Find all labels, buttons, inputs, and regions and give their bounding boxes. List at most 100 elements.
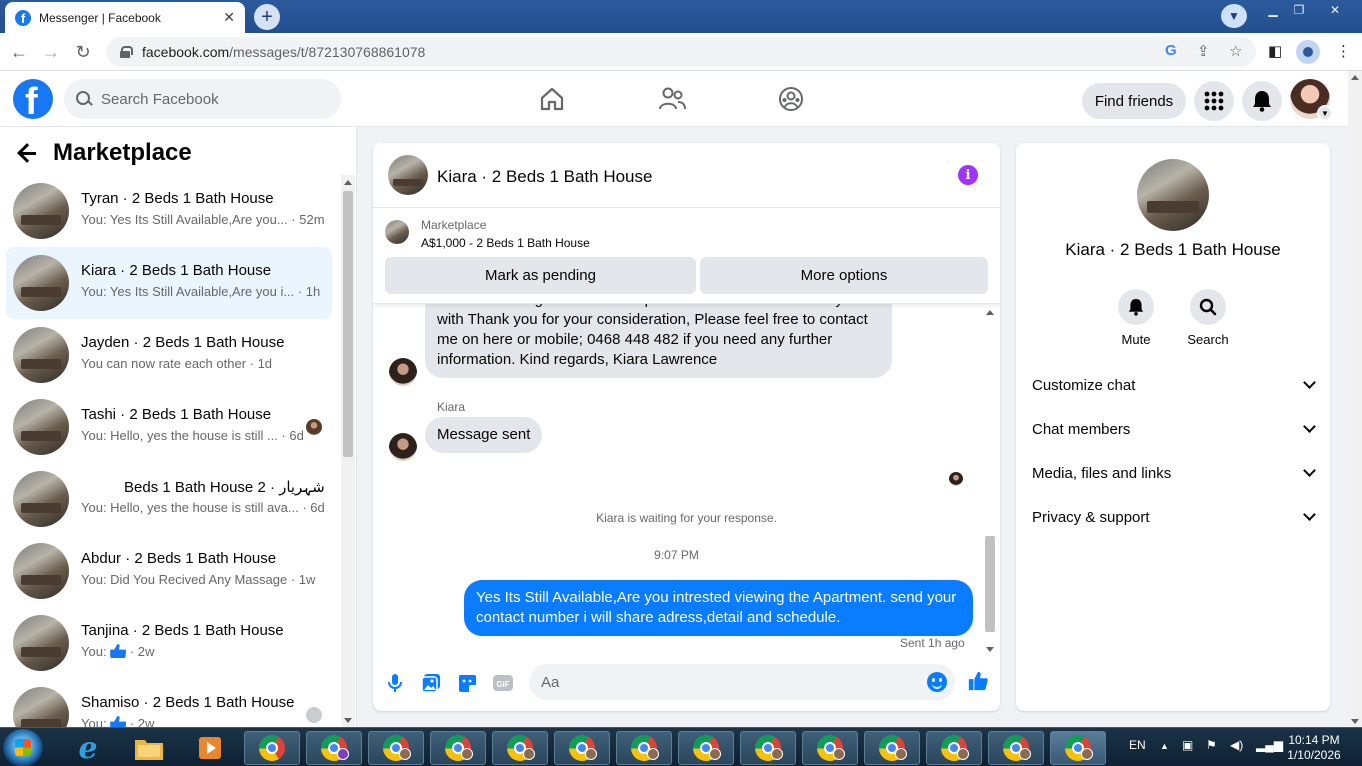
media-player-icon[interactable] bbox=[182, 731, 238, 765]
chrome-window-button[interactable] bbox=[864, 731, 920, 765]
microphone-icon[interactable] bbox=[384, 672, 406, 694]
chat-thumbnail[interactable] bbox=[388, 155, 428, 195]
chrome-window-button[interactable] bbox=[678, 731, 734, 765]
scroll-down-icon[interactable] bbox=[986, 647, 994, 652]
message-input-wrapper[interactable] bbox=[529, 664, 955, 700]
internet-explorer-icon[interactable]: e bbox=[60, 731, 116, 766]
share-icon[interactable]: ⇪ bbox=[1197, 42, 1210, 60]
listing-price-title[interactable]: A$1,000 - 2 Beds 1 Bath House bbox=[421, 236, 590, 250]
chat-scrollbar[interactable] bbox=[983, 304, 997, 654]
chrome-window-button[interactable] bbox=[430, 731, 486, 765]
conversation-item-active[interactable]: Kiara · 2 Beds 1 Bath House You: Yes Its… bbox=[6, 247, 332, 319]
chrome-window-button[interactable] bbox=[492, 731, 548, 765]
listing-thumbnail[interactable] bbox=[385, 220, 409, 244]
account-avatar[interactable]: ▼ bbox=[1290, 79, 1333, 121]
message-input[interactable] bbox=[541, 673, 901, 691]
bookmark-star-icon[interactable]: ☆ bbox=[1229, 42, 1242, 60]
chrome-window-button-active[interactable] bbox=[1050, 731, 1106, 765]
search-in-conversation-button[interactable]: Search bbox=[1178, 289, 1238, 347]
volume-icon[interactable]: ◀) bbox=[1230, 738, 1243, 752]
restore-icon[interactable]: ❐ bbox=[1284, 0, 1314, 20]
conversation-item[interactable]: Shamiso · 2 Beds 1 Bath House You: · 2w bbox=[6, 679, 332, 727]
sticker-icon[interactable] bbox=[456, 672, 478, 694]
thumbs-up-send-icon[interactable] bbox=[967, 670, 989, 692]
chat-members-row[interactable]: Chat members bbox=[1024, 409, 1322, 449]
sender-avatar[interactable] bbox=[389, 358, 417, 386]
device-icon[interactable]: ▣ bbox=[1182, 738, 1193, 752]
system-clock[interactable]: 10:14 PM 1/10/2026 bbox=[1280, 733, 1348, 763]
facebook-search-input[interactable] bbox=[101, 90, 321, 108]
forward-icon[interactable]: → bbox=[40, 41, 62, 63]
address-bar[interactable]: facebook.com/messages/t/872130768861078 bbox=[106, 37, 1256, 67]
chrome-window-button[interactable] bbox=[306, 731, 362, 765]
mute-button[interactable]: Mute bbox=[1106, 289, 1166, 347]
chrome-window-button[interactable] bbox=[616, 731, 672, 765]
groups-icon[interactable] bbox=[777, 85, 805, 113]
sender-avatar[interactable] bbox=[389, 433, 417, 461]
show-hidden-icons-icon[interactable]: ▲ bbox=[1160, 741, 1169, 751]
start-button[interactable] bbox=[3, 729, 43, 766]
scroll-up-icon[interactable] bbox=[986, 310, 994, 315]
scrollbar-thumb[interactable] bbox=[985, 536, 995, 632]
file-explorer-icon[interactable] bbox=[121, 731, 177, 765]
more-options-button[interactable]: More options bbox=[700, 257, 988, 294]
chrome-window-button[interactable] bbox=[926, 731, 982, 765]
lock-icon[interactable] bbox=[120, 46, 133, 58]
page-scrollbar[interactable] bbox=[1348, 71, 1362, 727]
chrome-window-button[interactable] bbox=[740, 731, 796, 765]
back-arrow-icon[interactable] bbox=[16, 141, 40, 165]
customize-chat-row[interactable]: Customize chat bbox=[1024, 365, 1322, 405]
conversation-item[interactable]: شہریار · 2 Beds 1 Bath House You: Hello,… bbox=[6, 463, 332, 535]
scroll-up-icon[interactable] bbox=[344, 180, 352, 185]
chrome-window-button[interactable] bbox=[368, 731, 424, 765]
sidebar-scrollbar[interactable] bbox=[341, 175, 355, 727]
notifications-bell-icon[interactable] bbox=[1242, 81, 1282, 121]
side-panel-icon[interactable]: ◧ bbox=[1268, 42, 1282, 60]
friends-icon[interactable] bbox=[658, 85, 686, 113]
browser-profile-icon[interactable] bbox=[1296, 40, 1320, 64]
bell-icon[interactable] bbox=[1118, 289, 1154, 325]
browser-tab[interactable]: f Messenger | Facebook ✕ bbox=[5, 2, 245, 33]
google-translate-icon[interactable]: G bbox=[1165, 42, 1177, 59]
conversation-item[interactable]: Tyran · 2 Beds 1 Bath House You: Yes Its… bbox=[6, 175, 332, 247]
facebook-logo-icon[interactable]: f bbox=[13, 79, 53, 119]
privacy-support-row[interactable]: Privacy & support bbox=[1024, 497, 1322, 537]
chrome-window-button[interactable] bbox=[554, 731, 610, 765]
find-friends-button[interactable]: Find friends bbox=[1082, 83, 1186, 119]
emoji-icon[interactable] bbox=[927, 672, 947, 692]
mark-as-pending-button[interactable]: Mark as pending bbox=[385, 257, 696, 294]
seen-avatar bbox=[306, 707, 322, 723]
close-window-icon[interactable]: ✕ bbox=[1320, 0, 1350, 20]
scroll-up-icon[interactable] bbox=[1351, 75, 1359, 80]
media-files-links-row[interactable]: Media, files and links bbox=[1024, 453, 1322, 493]
chrome-window-button[interactable] bbox=[802, 731, 858, 765]
close-tab-icon[interactable]: ✕ bbox=[223, 9, 235, 26]
search-icon[interactable] bbox=[1190, 289, 1226, 325]
action-center-flag-icon[interactable]: ⚑ bbox=[1206, 738, 1217, 752]
conversation-item[interactable]: Tashi · 2 Beds 1 Bath House You: Hello, … bbox=[6, 391, 332, 463]
back-icon[interactable]: ← bbox=[8, 41, 30, 63]
reload-icon[interactable]: ↻ bbox=[72, 41, 94, 63]
language-indicator[interactable]: EN bbox=[1129, 738, 1146, 752]
chevron-down-icon[interactable]: ▼ bbox=[1317, 105, 1333, 121]
gif-icon[interactable]: GIF bbox=[492, 672, 514, 694]
conversation-item[interactable]: Jayden · 2 Beds 1 Bath House You can now… bbox=[6, 319, 332, 391]
chrome-window-button[interactable] bbox=[988, 731, 1044, 765]
scroll-down-icon[interactable] bbox=[344, 718, 352, 723]
tab-search-button[interactable]: ▼ bbox=[1221, 4, 1247, 28]
conversation-item[interactable]: Abdur · 2 Beds 1 Bath House You: Did You… bbox=[6, 535, 332, 607]
photo-icon[interactable] bbox=[420, 672, 442, 694]
conversation-item[interactable]: Tanjina · 2 Beds 1 Bath House You: · 2w bbox=[6, 607, 332, 679]
new-tab-button[interactable]: + bbox=[254, 4, 280, 30]
menu-grid-icon[interactable] bbox=[1194, 81, 1234, 121]
info-icon[interactable]: i bbox=[958, 165, 978, 185]
home-icon[interactable] bbox=[538, 85, 566, 113]
scroll-down-icon[interactable] bbox=[1351, 719, 1359, 724]
scrollbar-thumb[interactable] bbox=[343, 191, 353, 457]
listing-thumbnail[interactable] bbox=[1137, 159, 1209, 231]
chrome-window-button[interactable] bbox=[244, 731, 300, 765]
facebook-search[interactable] bbox=[64, 79, 341, 119]
browser-menu-icon[interactable]: ⋮ bbox=[1336, 42, 1351, 60]
network-icon[interactable]: ▂▄▆ bbox=[1256, 738, 1283, 752]
chat-title[interactable]: Kiara · 2 Beds 1 Bath House bbox=[437, 167, 652, 187]
